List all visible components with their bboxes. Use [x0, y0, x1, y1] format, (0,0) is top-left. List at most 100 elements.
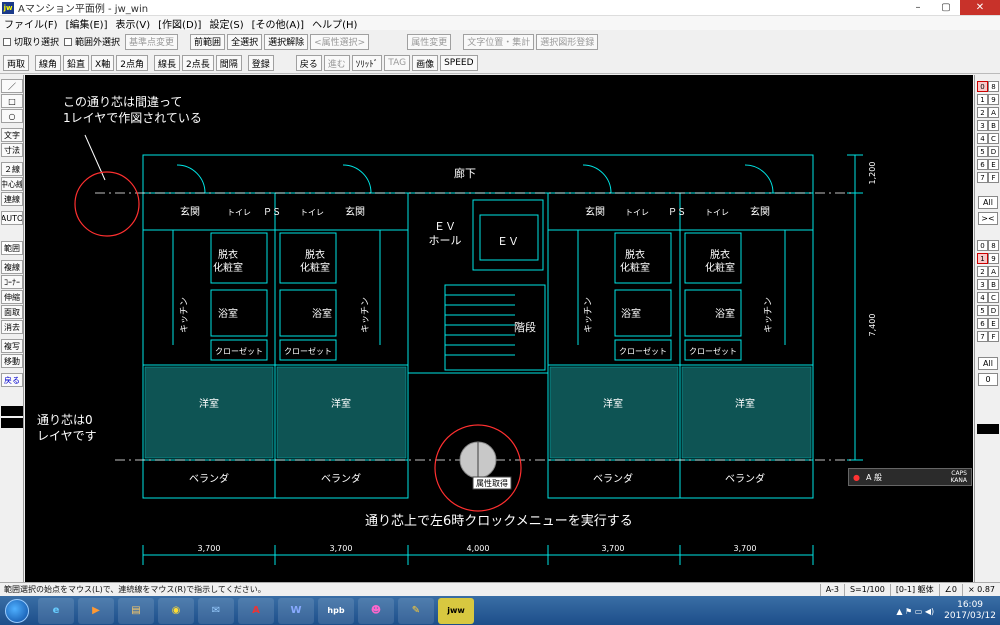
attribute-select-button[interactable]: <属性選択>: [310, 33, 370, 50]
tool-register[interactable]: 登録: [247, 55, 274, 71]
menu-settings[interactable]: 設定(S): [209, 16, 243, 31]
angle-indicator[interactable]: ∠0: [938, 583, 962, 596]
chrome-icon[interactable]: ◉: [158, 597, 194, 624]
app-a-icon[interactable]: A: [238, 597, 274, 624]
continuous-line-tool[interactable]: 連線: [1, 192, 23, 206]
text-tool[interactable]: 文字: [1, 128, 23, 142]
range-tool[interactable]: 範囲: [1, 241, 23, 255]
group-4-button[interactable]: 4: [977, 292, 988, 303]
group-d-button[interactable]: D: [988, 305, 999, 316]
group-0-button[interactable]: 0: [977, 240, 988, 251]
text-position-button[interactable]: 文字位置・集計: [463, 33, 535, 50]
clear-selection-button[interactable]: 選択解除: [264, 33, 309, 50]
group-zero-button[interactable]: 0: [978, 373, 998, 386]
scale-indicator[interactable]: S=1/100: [843, 583, 890, 596]
line-color-swatch[interactable]: [1, 418, 23, 428]
group-2-button[interactable]: 2: [977, 266, 988, 277]
attribute-change-button[interactable]: 属性変更: [407, 33, 452, 50]
menu-other[interactable]: [その他(A)]: [252, 16, 304, 31]
auto-tool[interactable]: AUTO: [1, 211, 23, 225]
group-8-button[interactable]: 8: [988, 240, 999, 251]
layer-6-button[interactable]: 6: [977, 159, 988, 170]
tool-interval[interactable]: 間隔: [215, 55, 242, 71]
word-icon[interactable]: W: [278, 597, 314, 624]
layer-5-button[interactable]: 5: [977, 146, 988, 157]
prev-range-button[interactable]: 前範囲: [190, 33, 226, 50]
layer-8-button[interactable]: 8: [988, 81, 999, 92]
clock[interactable]: 16:09 2017/03/12: [944, 600, 996, 622]
layer-7-button[interactable]: 7: [977, 172, 988, 183]
group-5-button[interactable]: 5: [977, 305, 988, 316]
tool-two-point-length[interactable]: 2点長: [181, 55, 214, 71]
offset-tool[interactable]: 複線: [1, 260, 23, 274]
dimension-tool[interactable]: 寸法: [1, 143, 23, 157]
start-button[interactable]: [0, 596, 34, 625]
layer-3-button[interactable]: 3: [977, 120, 988, 131]
group-6-button[interactable]: 6: [977, 318, 988, 329]
explorer-icon[interactable]: ▤: [118, 597, 154, 624]
group-f-button[interactable]: F: [988, 331, 999, 342]
move-tool[interactable]: 移動: [1, 354, 23, 368]
zoom-indicator[interactable]: × 0.87: [961, 583, 1000, 596]
minimize-button[interactable]: –: [904, 0, 932, 15]
ime-panel[interactable]: ● A 般 CAPS KANA: [848, 468, 972, 486]
tool-x-axis[interactable]: X軸: [91, 55, 115, 71]
layer-b-button[interactable]: B: [988, 120, 999, 131]
mail-icon[interactable]: ✉: [198, 597, 234, 624]
layer-2-button[interactable]: 2: [977, 107, 988, 118]
paper-size[interactable]: A-3: [819, 583, 844, 596]
group-9-button[interactable]: 9: [988, 253, 999, 264]
menu-file[interactable]: ファイル(F): [4, 16, 58, 31]
line-tool[interactable]: ／: [1, 79, 23, 93]
group-all-button[interactable]: All: [978, 357, 998, 370]
menu-edit[interactable]: [編集(E)]: [66, 16, 108, 31]
jww-icon[interactable]: jww: [438, 597, 474, 624]
group-b-button[interactable]: B: [988, 279, 999, 290]
tool-vertical[interactable]: 鉛直: [63, 55, 90, 71]
extend-tool[interactable]: 伸縮: [1, 290, 23, 304]
layer-9-button[interactable]: 9: [988, 94, 999, 105]
cut-select-checkbox[interactable]: 切取り選択: [3, 35, 59, 48]
layer-1-button[interactable]: 1: [977, 94, 988, 105]
group-7-button[interactable]: 7: [977, 331, 988, 342]
ime-mode[interactable]: A 般: [866, 472, 882, 483]
menu-view[interactable]: 表示(V): [116, 16, 151, 31]
copy-tool[interactable]: 複写: [1, 339, 23, 353]
corner-tool[interactable]: ｺｰﾅｰ: [1, 275, 23, 289]
tool-line-length[interactable]: 線長: [153, 55, 180, 71]
layer-swap-button[interactable]: ><: [978, 212, 998, 225]
solid-button[interactable]: ｿﾘｯﾄﾞ: [351, 55, 383, 71]
close-button[interactable]: ✕: [960, 0, 1000, 15]
center-line-tool[interactable]: 中心線: [1, 177, 23, 191]
layer-f-button[interactable]: F: [988, 172, 999, 183]
undo-button[interactable]: 戻る: [295, 55, 322, 71]
group-1-button[interactable]: 1: [977, 253, 988, 264]
layer-indicator[interactable]: [0-1] 躯体: [889, 583, 939, 596]
maximize-button[interactable]: ▢: [932, 0, 960, 15]
back-tool[interactable]: 戻る: [1, 373, 23, 387]
redo-button[interactable]: 進む: [323, 55, 350, 71]
register-selection-button[interactable]: 選択図形登録: [536, 33, 599, 50]
speed-button[interactable]: SPEED: [440, 55, 478, 71]
layer-4-button[interactable]: 4: [977, 133, 988, 144]
tool-line-angle[interactable]: 線角: [35, 55, 62, 71]
group-a-button[interactable]: A: [988, 266, 999, 277]
line-type-swatch[interactable]: [1, 406, 23, 416]
menu-help[interactable]: ヘルプ(H): [312, 16, 357, 31]
rectangle-tool[interactable]: □: [1, 94, 23, 108]
group-3-button[interactable]: 3: [977, 279, 988, 290]
layer-c-button[interactable]: C: [988, 133, 999, 144]
game-icon[interactable]: ☻: [358, 597, 394, 624]
media-icon[interactable]: ▶: [78, 597, 114, 624]
outside-select-checkbox[interactable]: 範囲外選択: [64, 35, 120, 48]
layer-0-button[interactable]: 0: [977, 81, 988, 92]
scale-swatch[interactable]: [977, 424, 999, 434]
group-e-button[interactable]: E: [988, 318, 999, 329]
chamfer-tool[interactable]: 面取: [1, 305, 23, 319]
layer-a-button[interactable]: A: [988, 107, 999, 118]
drawing-canvas[interactable]: 属性取得 廊下 ＥＶ ホール ＥＶ 階段 玄関 玄関 玄関 玄関 トイレ トイレ…: [25, 75, 973, 582]
tool-ryoutori[interactable]: 両取: [3, 55, 30, 71]
image-button[interactable]: 画像: [412, 55, 439, 71]
tool-two-point-angle[interactable]: 2点角: [116, 55, 148, 71]
select-all-button[interactable]: 全選択: [227, 33, 263, 50]
